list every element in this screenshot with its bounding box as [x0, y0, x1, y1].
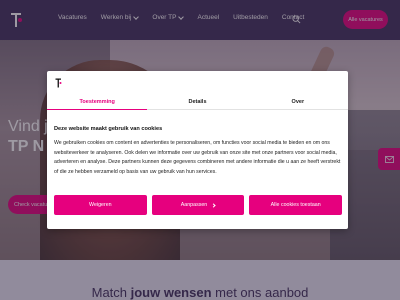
chevron-right-icon: [211, 202, 216, 208]
tab-toestemming[interactable]: Toestemming: [47, 94, 148, 110]
cookie-button-row: Weigeren Aanpassen Alle cookies toestaan: [54, 195, 343, 215]
tab-over[interactable]: Over: [248, 94, 348, 109]
tp-logo-icon: [55, 78, 62, 88]
cookie-tabs: Toestemming Details Over: [47, 94, 348, 110]
accept-all-label: Alle cookies toestaan: [270, 202, 321, 208]
tab-details[interactable]: Details: [147, 94, 247, 109]
customize-cookies-button[interactable]: Aanpassen: [151, 195, 245, 215]
cookie-heading: Deze website maakt gebruik van cookies: [54, 126, 163, 132]
reject-cookies-button[interactable]: Weigeren: [54, 195, 147, 215]
accept-all-cookies-button[interactable]: Alle cookies toestaan: [249, 195, 343, 215]
cookie-consent-dialog: Toestemming Details Over Deze website ma…: [47, 71, 348, 229]
cookie-description: We gebruiken cookies om content en adver…: [54, 140, 341, 175]
reject-label: Weigeren: [89, 202, 112, 208]
customize-label: Aanpassen: [180, 202, 208, 208]
